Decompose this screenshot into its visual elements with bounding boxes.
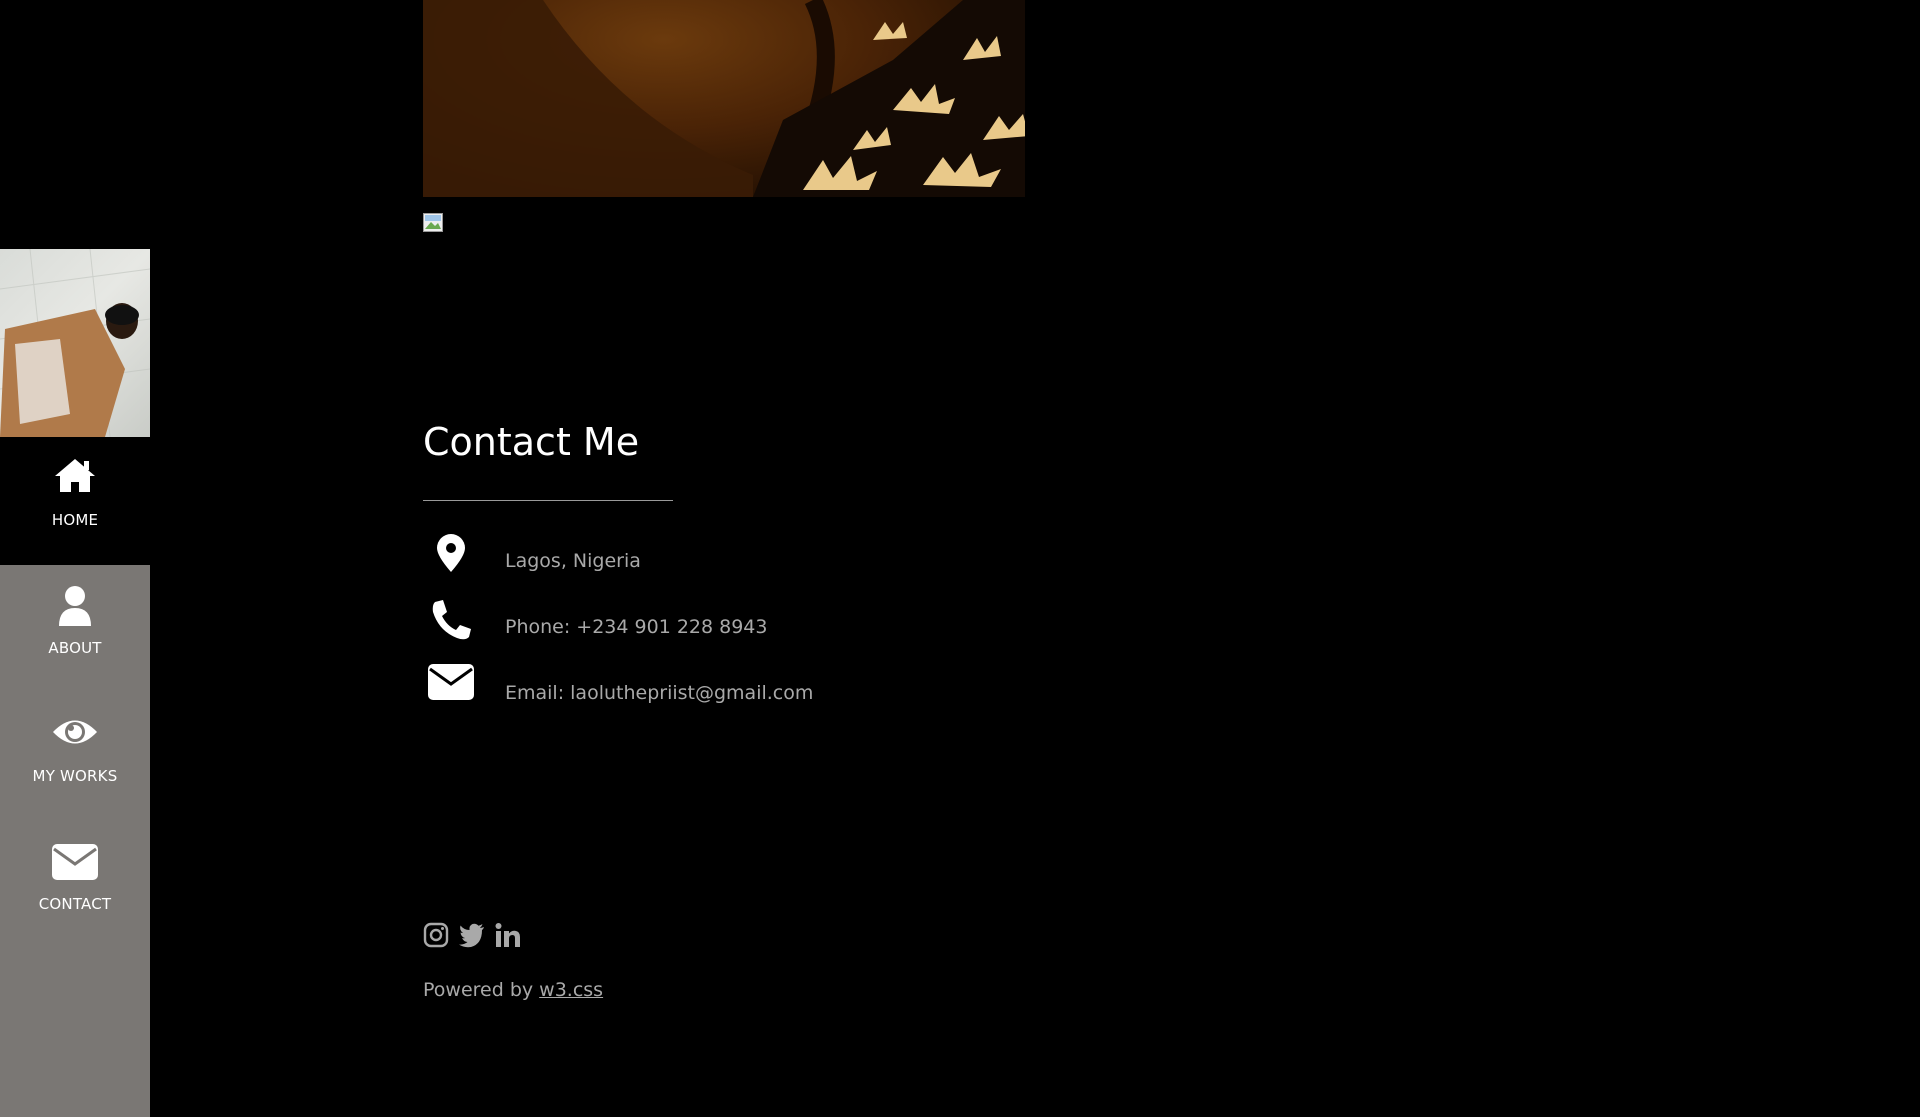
portfolio-photo	[423, 0, 1025, 197]
email-text: Email: laoluthepriist@gmail.com	[505, 682, 814, 704]
map-marker-icon	[437, 534, 465, 572]
powered-by: Powered by w3.css	[423, 979, 603, 1001]
sidebar-item-label: MY WORKS	[32, 767, 118, 785]
phone-icon	[432, 600, 471, 640]
sidebar-item-my-works[interactable]: MY WORKS	[0, 693, 150, 821]
sidebar: HOME ABOUT MY WORKS CONTACT	[0, 249, 150, 1117]
avatar-photo	[0, 249, 150, 437]
sidebar-item-about[interactable]: ABOUT	[0, 565, 150, 693]
instagram-icon[interactable]	[423, 922, 449, 948]
eye-icon	[53, 720, 97, 744]
sidebar-item-label: HOME	[51, 511, 99, 529]
twitter-icon[interactable]	[459, 922, 485, 948]
contact-email: Email: laoluthepriist@gmail.com	[423, 664, 1023, 716]
sidebar-item-contact[interactable]: CONTACT	[0, 821, 150, 949]
social-links	[423, 922, 526, 952]
user-icon	[59, 586, 91, 626]
sidebar-item-label: CONTACT	[38, 895, 112, 913]
broken-image-icon	[423, 213, 443, 232]
linkedin-icon[interactable]	[495, 922, 521, 948]
location-text: Lagos, Nigeria	[505, 550, 641, 572]
contact-phone: Phone: +234 901 228 8943	[423, 598, 1023, 650]
powered-prefix: Powered by	[423, 979, 540, 1001]
contact-title: Contact Me	[423, 420, 640, 464]
divider	[423, 500, 673, 501]
sidebar-item-home[interactable]: HOME	[0, 437, 150, 565]
sidebar-item-label: ABOUT	[48, 639, 102, 657]
portfolio-photo-art	[423, 0, 1025, 197]
contact-location: Lagos, Nigeria	[423, 532, 1023, 584]
avatar	[0, 249, 150, 437]
w3css-link[interactable]: w3.css	[539, 979, 603, 1001]
envelope-icon	[428, 664, 474, 700]
phone-text: Phone: +234 901 228 8943	[505, 616, 768, 638]
envelope-icon	[52, 844, 98, 880]
home-icon	[55, 459, 95, 492]
